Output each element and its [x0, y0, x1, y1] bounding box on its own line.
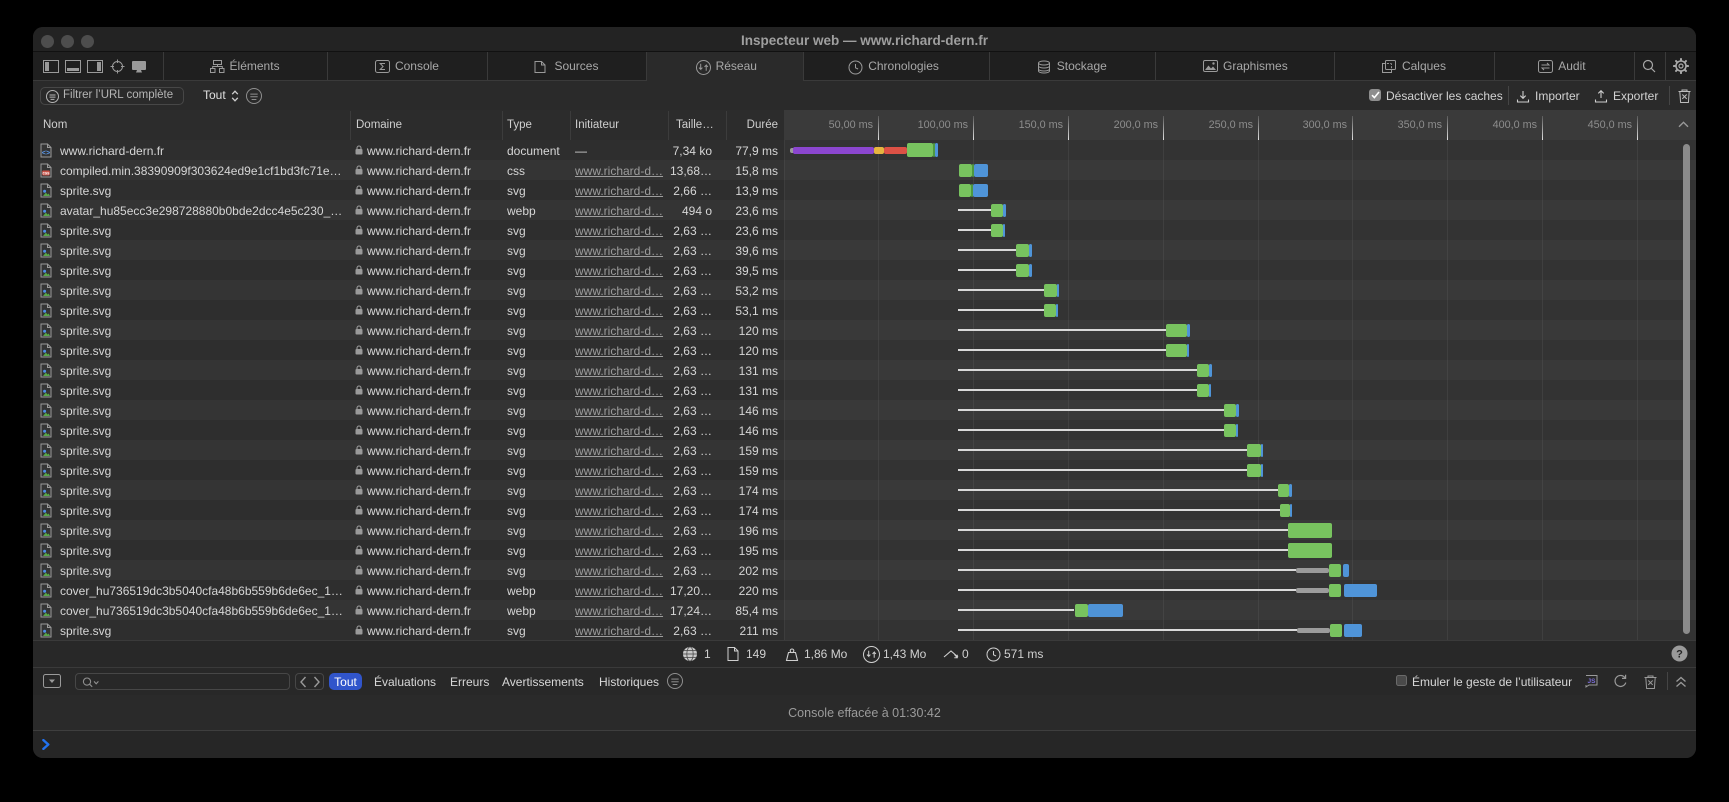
- svg-text:<>: <>: [42, 150, 50, 158]
- svg-text:css: css: [43, 170, 51, 175]
- svg-text:JS: JS: [1588, 678, 1597, 685]
- svg-text:?: ?: [1676, 649, 1683, 661]
